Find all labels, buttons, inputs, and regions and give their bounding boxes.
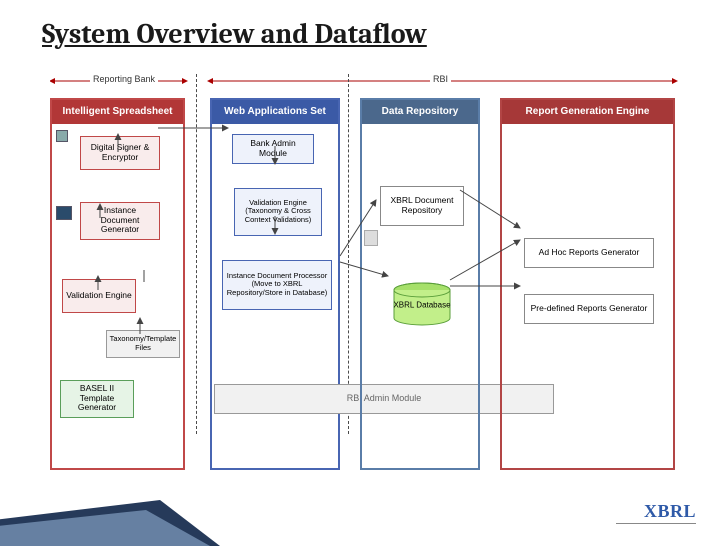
diagram-canvas: Reporting Bank RBI Intelligent Spreadshe… (50, 70, 680, 470)
document-icon (56, 206, 72, 220)
box-taxonomy-files: Taxonomy/Template Files (106, 330, 180, 358)
box-validation-engine: Validation Engine (62, 279, 136, 313)
col1-header: Intelligent Spreadsheet (52, 100, 183, 124)
column-report-engine: Report Generation Engine Ad Hoc Reports … (500, 98, 675, 470)
lane-rbi: RBI (430, 74, 451, 84)
column-data-repository: Data Repository XBRL Document Repository… (360, 98, 480, 470)
divider-2 (348, 74, 349, 434)
box-instance-doc-processor: Instance Document Processor (Move to XBR… (222, 260, 332, 310)
box-xbrl-repo: XBRL Document Repository (380, 186, 464, 226)
box-bank-admin: Bank Admin Module (232, 134, 314, 164)
divider-1 (196, 74, 197, 434)
lane-reporting: Reporting Bank (90, 74, 158, 84)
logo-text: XBRL (616, 501, 696, 522)
col2-header: Web Applications Set (212, 100, 338, 124)
box-digital-signer: Digital Signer & Encryptor (80, 136, 160, 170)
box-adhoc-reports: Ad Hoc Reports Generator (524, 238, 654, 268)
col3-header: Data Repository (362, 100, 478, 124)
logo-subtext (616, 523, 696, 526)
box-basel-generator: BASEL II Template Generator (60, 380, 134, 418)
xbrl-database: XBRL Database (392, 282, 452, 328)
column-intelligent-spreadsheet: Intelligent Spreadsheet Digital Signer &… (50, 98, 185, 470)
xbrl-logo: XBRL (616, 501, 696, 526)
excel-icon (56, 130, 68, 142)
footer-ribbon (0, 490, 220, 546)
box-validation-engine-2: Validation Engine (Taxonomy & Cross Cont… (234, 188, 322, 236)
box-predef-reports: Pre-defined Reports Generator (524, 294, 654, 324)
docs-icon (364, 230, 378, 246)
box-instance-doc-generator: Instance Document Generator (80, 202, 160, 240)
slide-title: System Overview and Dataflow (0, 0, 720, 54)
column-web-applications: Web Applications Set Bank Admin Module V… (210, 98, 340, 470)
col4-header: Report Generation Engine (502, 100, 673, 124)
